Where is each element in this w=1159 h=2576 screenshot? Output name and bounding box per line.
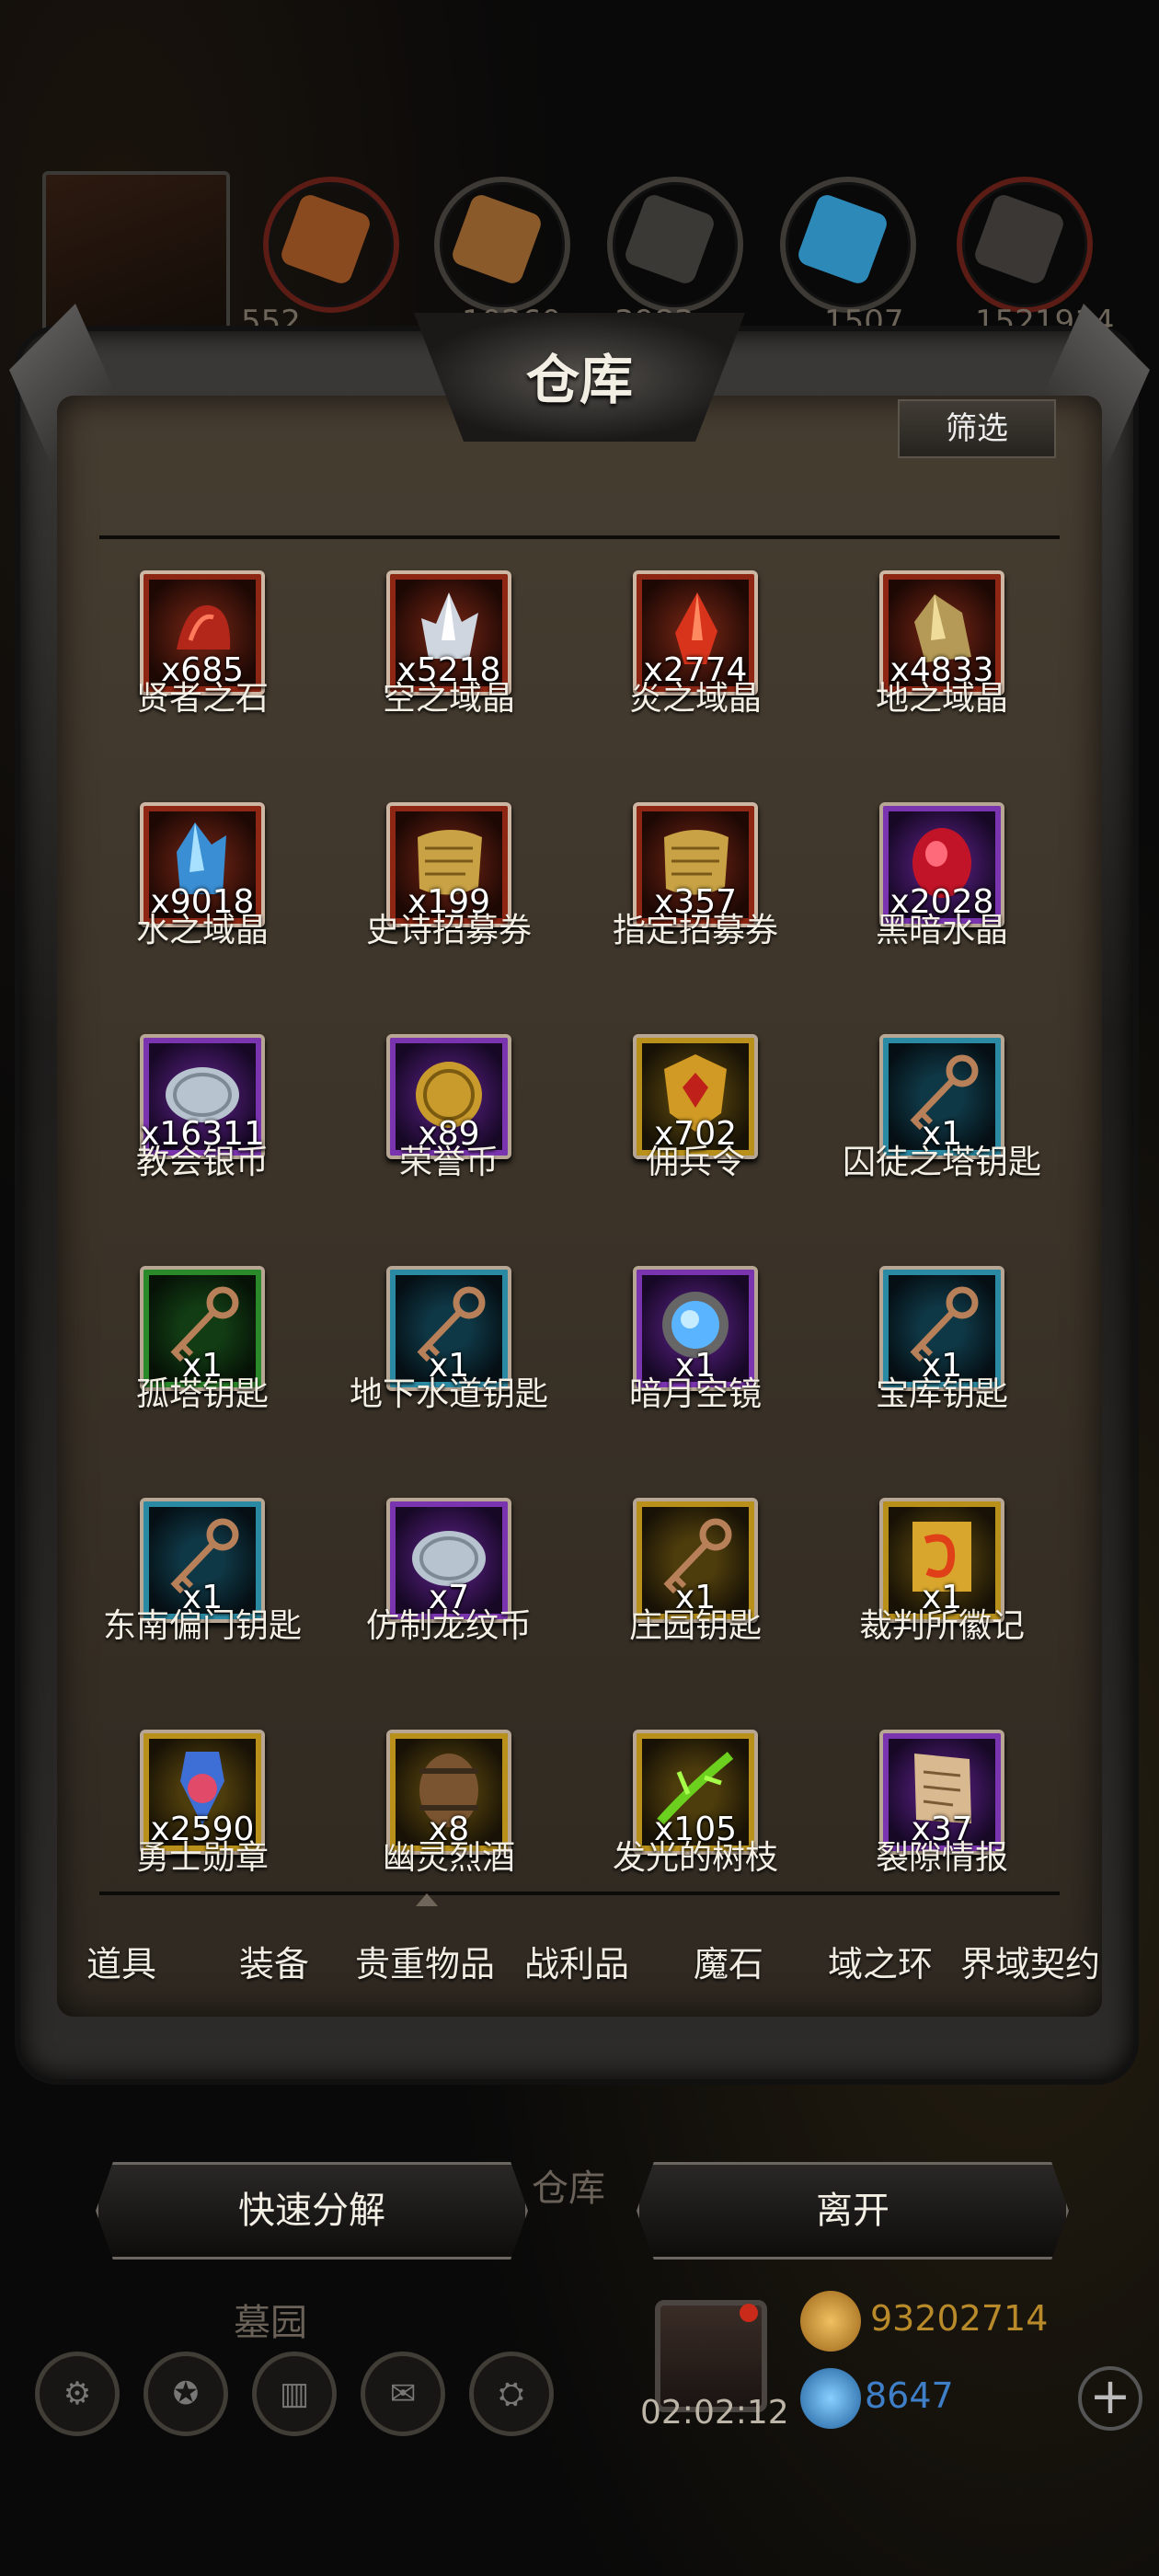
resource-slot-5[interactable] bbox=[957, 177, 1093, 313]
inventory-item[interactable]: x1 孤塔钥匙 bbox=[99, 1248, 348, 1468]
item-name: 仿制龙纹币 bbox=[365, 1607, 532, 1645]
inventory-item[interactable]: x2590 勇士勋章 bbox=[99, 1711, 348, 1877]
inventory-item[interactable]: x1 暗月空镜 bbox=[592, 1248, 841, 1468]
inventory-item[interactable]: x1 庄园钥匙 bbox=[592, 1479, 841, 1700]
filter-button[interactable]: 筛选 bbox=[898, 399, 1056, 458]
inventory-item[interactable]: x37 裂隙情报 bbox=[839, 1711, 1056, 1877]
gold-amount: 93202714 bbox=[870, 2298, 1049, 2339]
item-name: 地之域晶 bbox=[875, 680, 1008, 718]
resource-slot-1[interactable] bbox=[263, 177, 399, 313]
tab-magic-stones[interactable]: 魔石 bbox=[694, 1936, 763, 1986]
tab-equipment[interactable]: 装备 bbox=[239, 1936, 309, 1986]
quick-decompose-button[interactable]: 快速分解 bbox=[96, 2162, 528, 2260]
add-currency-button[interactable]: + bbox=[1078, 2366, 1142, 2431]
bottom-divider bbox=[99, 1892, 1060, 1895]
inventory-item[interactable]: x702 佣兵令 bbox=[592, 1016, 841, 1236]
gate-icon[interactable]: ▥ bbox=[252, 2352, 337, 2436]
gem-icon bbox=[800, 2368, 861, 2429]
resource-slot-4[interactable] bbox=[780, 177, 916, 313]
gem-amount: 8647 bbox=[865, 2375, 954, 2416]
item-name: 裂隙情报 bbox=[875, 1839, 1008, 1877]
inventory-item[interactable]: x199 史诗招募券 bbox=[346, 784, 594, 1005]
item-name: 暗月空镜 bbox=[628, 1375, 762, 1413]
inventory-item[interactable]: x357 指定招募券 bbox=[592, 784, 841, 1005]
gold-coin-icon bbox=[800, 2291, 861, 2352]
leave-button[interactable]: 离开 bbox=[637, 2162, 1069, 2260]
inventory-item[interactable]: x1 裁判所徽记 bbox=[839, 1479, 1056, 1700]
background-warehouse-label: 仓库 bbox=[532, 2168, 605, 2210]
item-name: 空之域晶 bbox=[382, 680, 515, 718]
inventory-item[interactable]: x5218 空之域晶 bbox=[346, 552, 594, 773]
inventory-item[interactable]: x2774 炎之域晶 bbox=[592, 552, 841, 773]
tab-spoils[interactable]: 战利品 bbox=[524, 1936, 629, 1986]
item-name: 孤塔钥匙 bbox=[135, 1375, 269, 1413]
item-name: 东南偏门钥匙 bbox=[102, 1607, 302, 1645]
top-divider bbox=[99, 535, 1060, 539]
item-grid[interactable]: x685 贤者之石 x5218 空之域晶 x2774 炎之域晶 x4833 地之域晶 x9018… bbox=[99, 552, 1056, 1877]
item-name: 黑暗水晶 bbox=[875, 912, 1008, 949]
active-tab-indicator bbox=[416, 1893, 438, 1906]
item-name: 水之域晶 bbox=[135, 912, 269, 949]
inventory-item[interactable]: x4833 地之域晶 bbox=[839, 552, 1056, 773]
inventory-item[interactable]: x89 荣誉币 bbox=[346, 1016, 594, 1236]
inventory-item[interactable]: x1 囚徒之塔钥匙 bbox=[839, 1016, 1056, 1236]
inventory-item[interactable]: x2028 黑暗水晶 bbox=[839, 784, 1056, 1005]
tab-realm-contracts[interactable]: 界域契约 bbox=[960, 1936, 1100, 1986]
inventory-item[interactable]: x1 地下水道钥匙 bbox=[346, 1248, 594, 1468]
item-name: 教会银币 bbox=[135, 1144, 269, 1181]
notification-dot bbox=[740, 2304, 758, 2322]
item-name: 地下水道钥匙 bbox=[349, 1375, 548, 1413]
tab-bar: 道具 装备 贵重物品 战利品 魔石 域之环 界域契约 bbox=[64, 1936, 1113, 2009]
item-name: 囚徒之塔钥匙 bbox=[842, 1144, 1041, 1181]
item-name: 裁判所徽记 bbox=[858, 1607, 1025, 1645]
resource-slot-3[interactable] bbox=[607, 177, 743, 313]
inventory-item[interactable]: x9018 水之域晶 bbox=[99, 784, 348, 1005]
star-icon[interactable]: ✪ bbox=[143, 2352, 228, 2436]
item-name: 幽灵烈酒 bbox=[382, 1839, 515, 1877]
inventory-item[interactable]: x7 仿制龙纹币 bbox=[346, 1479, 594, 1700]
item-name: 勇士勋章 bbox=[135, 1839, 269, 1877]
tab-domain-rings[interactable]: 域之环 bbox=[828, 1936, 933, 1986]
tab-valuables[interactable]: 贵重物品 bbox=[355, 1936, 495, 1986]
gift-timer: 02:02:12 bbox=[640, 2394, 789, 2432]
item-name: 史诗招募券 bbox=[365, 912, 532, 949]
inventory-item[interactable]: x685 贤者之石 bbox=[99, 552, 348, 773]
item-name: 指定招募券 bbox=[612, 912, 778, 949]
item-name: 炎之域晶 bbox=[628, 680, 762, 718]
item-name: 庄园钥匙 bbox=[628, 1607, 762, 1645]
inventory-item[interactable]: x1 东南偏门钥匙 bbox=[99, 1479, 348, 1700]
inventory-item[interactable]: x1 宝库钥匙 bbox=[839, 1248, 1056, 1468]
item-name: 发光的树枝 bbox=[612, 1839, 778, 1877]
tab-items[interactable]: 道具 bbox=[86, 1936, 156, 1986]
item-name: 荣誉币 bbox=[398, 1144, 499, 1181]
inventory-item[interactable]: x16311 教会银币 bbox=[99, 1016, 348, 1236]
resource-slot-2[interactable] bbox=[434, 177, 570, 313]
inventory-item[interactable]: x105 发光的树枝 bbox=[592, 1711, 841, 1877]
inventory-item[interactable]: x8 幽灵烈酒 bbox=[346, 1711, 594, 1877]
item-name: 贤者之石 bbox=[135, 680, 269, 718]
mail-icon[interactable]: ✉ bbox=[361, 2352, 445, 2436]
settings-icon[interactable]: ⚙ bbox=[35, 2352, 120, 2436]
item-name: 佣兵令 bbox=[645, 1144, 745, 1181]
graveyard-label: 墓园 bbox=[234, 2302, 307, 2344]
panel-title: 仓库 bbox=[525, 349, 633, 411]
map-icon[interactable]: ⛭ bbox=[469, 2352, 554, 2436]
item-name: 宝库钥匙 bbox=[875, 1375, 1008, 1413]
